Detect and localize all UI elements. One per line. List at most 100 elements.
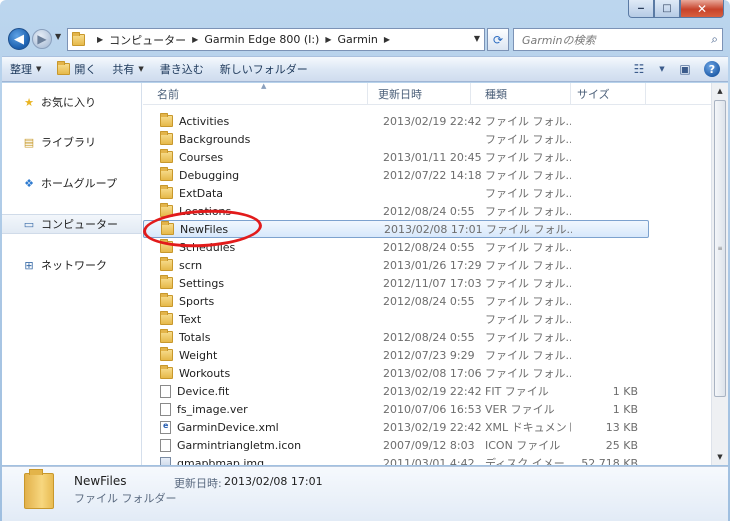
file-row[interactable]: Totals 2012/08/24 0:55 ファイル フォル... [143, 328, 711, 346]
disk-image-icon [160, 456, 171, 465]
xml-file-icon [160, 420, 171, 434]
file-name: scrn [179, 258, 203, 272]
file-type: ファイル フォル... [485, 295, 571, 308]
chevron-down-icon[interactable]: ▼ [658, 60, 666, 78]
file-row[interactable]: NewFiles 2013/02/08 17:01 ファイル フォル... [143, 220, 649, 238]
file-row[interactable]: ExtData ファイル フォル... [143, 184, 711, 202]
file-row[interactable]: fs_image.ver 2010/07/06 16:53 VER ファイル 1 KB [143, 400, 711, 418]
file-type: FIT ファイル [485, 385, 549, 398]
column-name[interactable]: 名前 ▲ [143, 83, 368, 105]
nav-item-computer[interactable]: ▭ コンピューター [2, 214, 141, 234]
back-button[interactable]: ◀ [8, 28, 30, 50]
organize-button[interactable]: 整理 ▼ [2, 57, 49, 81]
crumb-garmin[interactable]: Garmin [338, 33, 378, 46]
search-icon[interactable]: ⌕ [711, 32, 718, 47]
scroll-down-icon[interactable]: ▼ [712, 449, 728, 465]
file-name: GarminDevice.xml [177, 420, 279, 434]
file-row[interactable]: GarminDevice.xml 2013/02/19 22:42XML ドキュメ… [143, 418, 711, 436]
nav-label: お気に入り [41, 96, 96, 109]
address-dropdown-icon[interactable]: ▼ [474, 34, 480, 43]
crumb-drive[interactable]: Garmin Edge 800 (I:) [204, 33, 319, 46]
file-name-cell: Totals [143, 329, 368, 344]
file-name-cell: gmapbmap.img [143, 456, 368, 465]
chevron-right-icon[interactable]: ▶ [319, 35, 337, 44]
forward-button[interactable]: ▶ [32, 29, 52, 49]
chevron-down-icon: ▼ [36, 65, 42, 73]
nav-item-network[interactable]: ⊞ ネットワーク [2, 255, 141, 275]
file-row[interactable]: Text ファイル フォル... [143, 310, 711, 328]
crumb-computer[interactable]: コンピューター [109, 32, 186, 48]
file-row[interactable]: Schedules 2012/08/24 0:55 ファイル フォル... [143, 238, 711, 256]
file-row[interactable]: Weight 2012/07/23 9:29 ファイル フォル... [143, 346, 711, 364]
search-placeholder: Garminの検索 [522, 33, 596, 47]
file-type: ファイル フォル... [485, 367, 571, 380]
file-row[interactable]: Device.fit 2013/02/19 22:42 FIT ファイル 1 KB [143, 382, 711, 400]
file-date: 2012/08/24 0:55 [383, 330, 475, 344]
file-row[interactable]: gmapbmap.img 2011/03/01 4:42 ディスク イメー... 52… [143, 454, 711, 465]
file-row[interactable]: Garmintriangletm.icon 2007/09/12 8:03 ICON… [143, 436, 711, 454]
file-row[interactable]: Sports 2012/08/24 0:55 ファイル フォル... [143, 292, 711, 310]
file-date: 2012/08/24 0:55 [383, 240, 475, 254]
chevron-right-icon[interactable]: ▶ [186, 35, 204, 44]
chevron-right-icon[interactable]: ▶ [378, 35, 396, 44]
file-row[interactable]: Settings 2012/11/07 17:03 ファイル フォル... [143, 274, 711, 292]
minimize-button[interactable]: ‒ [628, 0, 654, 18]
history-dropdown[interactable]: ▼ [55, 32, 65, 41]
file-name-cell: scrn [143, 257, 368, 272]
file-date: 2013/02/08 17:06 [383, 366, 482, 380]
maximize-button[interactable]: □ [654, 0, 680, 18]
nav-item-libraries[interactable]: ▤ ライブラリ [2, 132, 141, 152]
column-type[interactable]: 種類 [471, 83, 571, 105]
address-row: ◀ ▶ ▼ ▶ コンピューター ▶ Garmin Edge 800 (I:) ▶… [0, 24, 730, 54]
column-header: 名前 ▲ 更新日時 種類 サイズ [143, 83, 711, 105]
file-size: 1 KB [612, 402, 638, 416]
vertical-scrollbar[interactable]: ▲ ≡ ▼ [711, 83, 728, 465]
folder-icon [160, 185, 173, 199]
column-date[interactable]: 更新日時 [368, 83, 471, 105]
file-name: ExtData [179, 186, 224, 200]
preview-pane-icon[interactable]: ▣ [676, 60, 694, 78]
file-icon [160, 438, 171, 452]
scroll-thumb[interactable]: ≡ [714, 100, 726, 397]
burn-button[interactable]: 書き込む [152, 57, 212, 81]
file-date: 2012/08/24 0:55 [383, 204, 475, 218]
file-name: Activities [179, 114, 230, 128]
file-row[interactable]: Locations 2012/08/24 0:55 ファイル フォル... [143, 202, 711, 220]
close-button[interactable]: ✕ [680, 0, 724, 18]
folder-icon [160, 113, 173, 127]
file-icon [160, 384, 171, 398]
file-row[interactable]: Workouts 2013/02/08 17:06 ファイル フォル... [143, 364, 711, 382]
navigation-pane: ★ お気に入り ▤ ライブラリ ❖ ホームグループ ▭ コンピューター ⊞ ネッ… [2, 83, 142, 465]
file-name: Debugging [179, 168, 240, 182]
chevron-right-icon[interactable]: ▶ [91, 35, 109, 44]
file-size: 25 KB [605, 438, 638, 452]
search-input[interactable]: Garminの検索 ⌕ [513, 28, 723, 51]
file-row[interactable]: Courses 2013/01/11 20:45 ファイル フォル... [143, 148, 711, 166]
refresh-button[interactable]: ⟳ [487, 28, 509, 51]
address-bar[interactable]: ▶ コンピューター ▶ Garmin Edge 800 (I:) ▶ Garmi… [67, 28, 485, 51]
file-name-cell: Schedules [143, 239, 368, 254]
view-options-icon[interactable]: ☷ [630, 60, 648, 78]
file-row[interactable]: Backgrounds ファイル フォル... [143, 130, 711, 148]
file-type: VER ファイル [485, 403, 555, 416]
file-row[interactable]: Debugging 2012/07/22 14:18 ファイル フォル... [143, 166, 711, 184]
nav-item-homegroup[interactable]: ❖ ホームグループ [2, 173, 141, 193]
column-size[interactable]: サイズ [571, 83, 646, 105]
file-date: 2013/02/08 17:01 [384, 222, 483, 236]
open-button[interactable]: 開く [49, 57, 104, 81]
file-row[interactable]: Activities 2013/02/19 22:42 ファイル フォル... [143, 112, 711, 130]
help-icon[interactable]: ? [704, 61, 720, 77]
nav-item-favorites[interactable]: ★ お気に入り [2, 92, 141, 112]
file-row[interactable]: scrn 2013/01/26 17:29 ファイル フォル... [143, 256, 711, 274]
file-date: 2007/09/12 8:03 [383, 438, 475, 452]
scroll-up-icon[interactable]: ▲ [712, 83, 728, 99]
column-type-label: 種類 [485, 88, 507, 101]
file-icon [160, 402, 171, 416]
file-type: ファイル フォル... [485, 277, 571, 290]
new-folder-button[interactable]: 新しいフォルダー [212, 57, 316, 81]
nav-label: ホームグループ [41, 177, 118, 190]
file-name-cell: Activities [143, 113, 368, 128]
burn-label: 書き込む [159, 63, 204, 76]
folder-icon [160, 347, 173, 361]
share-button[interactable]: 共有 ▼ [104, 57, 151, 81]
